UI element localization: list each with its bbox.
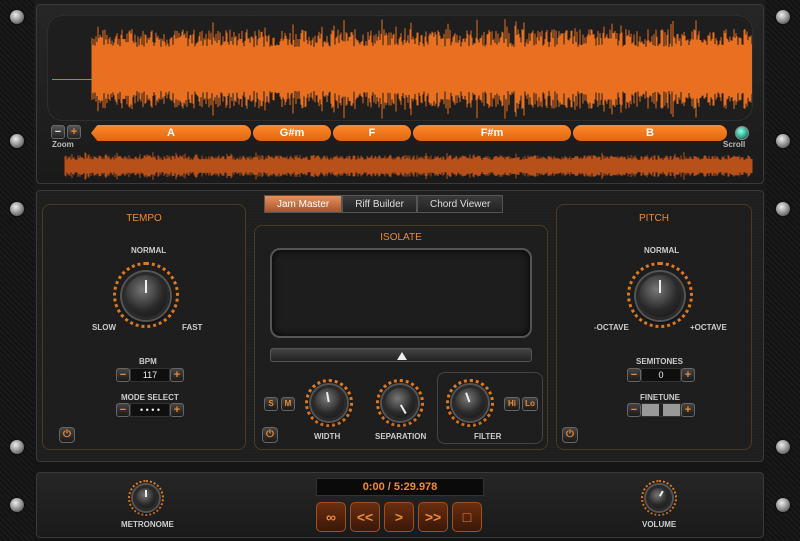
tab-riff-builder[interactable]: Riff Builder <box>342 195 417 213</box>
chord-segment[interactable]: F <box>333 125 411 141</box>
scroll-toggle-button[interactable] <box>735 126 749 140</box>
waveform-silence-line <box>52 79 92 80</box>
finetune-decrease-button[interactable]: − <box>627 403 641 417</box>
tempo-slow-label: SLOW <box>92 323 116 332</box>
screw-icon <box>776 202 790 216</box>
tempo-fast-label: FAST <box>182 323 203 332</box>
filter-hi-button[interactable]: Hi <box>504 397 520 411</box>
isolate-title: ISOLATE <box>380 232 422 243</box>
volume-label: VOLUME <box>642 520 677 529</box>
tempo-power-button[interactable]: ⏻ <box>59 427 75 443</box>
tempo-normal-label: NORMAL <box>131 246 167 255</box>
bpm-stepper: − 117 + <box>116 368 184 382</box>
screw-icon <box>10 440 24 454</box>
isolate-power-button[interactable]: ⏻ <box>262 427 278 443</box>
loop-button[interactable]: ∞ <box>316 502 346 532</box>
pitch-title: PITCH <box>639 213 669 224</box>
slider-thumb[interactable] <box>397 352 407 360</box>
semitones-decrease-button[interactable]: − <box>627 368 641 382</box>
transport-controls: ∞ << > >> □ <box>316 502 482 532</box>
screw-icon <box>776 498 790 512</box>
waveform-display[interactable] <box>47 15 753 121</box>
zoom-label: Zoom <box>52 140 74 149</box>
zoom-out-button[interactable]: − <box>51 125 65 139</box>
chord-lane: A G#m F F#m B <box>91 125 727 141</box>
filter-lo-button[interactable]: Lo <box>522 397 538 411</box>
screw-icon <box>10 202 24 216</box>
metronome-label: METRONOME <box>121 520 174 529</box>
finetune-increase-button[interactable]: + <box>681 403 695 417</box>
left-rack-rail <box>0 0 34 541</box>
overview-waveform[interactable] <box>47 151 753 181</box>
tab-jam-master[interactable]: Jam Master <box>264 195 343 213</box>
chord-segment[interactable]: B <box>573 125 727 141</box>
pitch-power-button[interactable]: ⏻ <box>562 427 578 443</box>
mode-prev-button[interactable]: − <box>116 403 130 417</box>
waveform-panel: − + Zoom A G#m F F#m B Scroll <box>36 4 764 184</box>
bpm-decrease-button[interactable]: − <box>116 368 130 382</box>
screw-icon <box>10 134 24 148</box>
metronome-knob[interactable] <box>133 485 159 511</box>
mode-select-stepper: − • • • • + <box>116 403 184 417</box>
chord-segment[interactable]: F#m <box>413 125 571 141</box>
bpm-label: BPM <box>139 357 157 366</box>
filter-knob[interactable] <box>452 385 488 421</box>
scroll-label: Scroll <box>723 140 746 149</box>
rewind-button[interactable]: << <box>350 502 380 532</box>
screw-icon <box>10 10 24 24</box>
app-window: − + Zoom A G#m F F#m B Scroll Jam Master… <box>0 0 800 541</box>
isolate-display <box>270 248 532 338</box>
waveform <box>91 19 752 119</box>
stop-button[interactable]: □ <box>452 502 482 532</box>
play-button[interactable]: > <box>384 502 414 532</box>
volume-knob[interactable] <box>646 485 672 511</box>
screw-icon <box>776 134 790 148</box>
screw-icon <box>10 498 24 512</box>
plus-octave-label: +OCTAVE <box>690 323 727 332</box>
semitones-value[interactable]: 0 <box>641 368 681 382</box>
minus-octave-label: -OCTAVE <box>594 323 629 332</box>
zoom-in-button[interactable]: + <box>67 125 81 139</box>
filter-label: FILTER <box>474 432 502 441</box>
pitch-knob[interactable] <box>636 272 684 320</box>
screw-icon <box>776 440 790 454</box>
tempo-title: TEMPO <box>126 213 162 224</box>
width-knob[interactable] <box>311 385 347 421</box>
mute-button[interactable]: M <box>281 397 295 411</box>
isolate-pan-slider[interactable] <box>270 348 532 362</box>
solo-button[interactable]: S <box>264 397 278 411</box>
tab-chord-viewer[interactable]: Chord Viewer <box>416 195 504 213</box>
screw-icon <box>776 10 790 24</box>
pitch-normal-label: NORMAL <box>644 246 680 255</box>
fast-forward-button[interactable]: >> <box>418 502 448 532</box>
separation-label: SEPARATION <box>375 432 427 441</box>
separation-knob[interactable] <box>382 385 418 421</box>
right-rack-rail <box>766 0 800 541</box>
finetune-label: FINETUNE <box>640 393 680 402</box>
semitones-stepper: − 0 + <box>627 368 695 382</box>
finetune-value[interactable] <box>641 403 681 417</box>
tempo-knob[interactable] <box>122 272 170 320</box>
chord-segment[interactable]: A <box>91 125 251 141</box>
chord-track: − + Zoom A G#m F F#m B Scroll <box>47 123 753 149</box>
bpm-value[interactable]: 117 <box>130 368 170 382</box>
overview-waveform-graphic <box>64 152 753 180</box>
bpm-increase-button[interactable]: + <box>170 368 184 382</box>
semitones-label: SEMITONES <box>636 357 683 366</box>
mode-next-button[interactable]: + <box>170 403 184 417</box>
chord-segment[interactable]: G#m <box>253 125 331 141</box>
semitones-increase-button[interactable]: + <box>681 368 695 382</box>
time-display: 0:00 / 5:29.978 <box>316 478 484 496</box>
mode-value[interactable]: • • • • <box>130 403 170 417</box>
finetune-stepper: − + <box>627 403 695 417</box>
width-label: WIDTH <box>314 432 341 441</box>
mode-select-label: MODE SELECT <box>121 393 179 402</box>
mode-tabs: Jam Master Riff Builder Chord Viewer <box>264 195 504 213</box>
